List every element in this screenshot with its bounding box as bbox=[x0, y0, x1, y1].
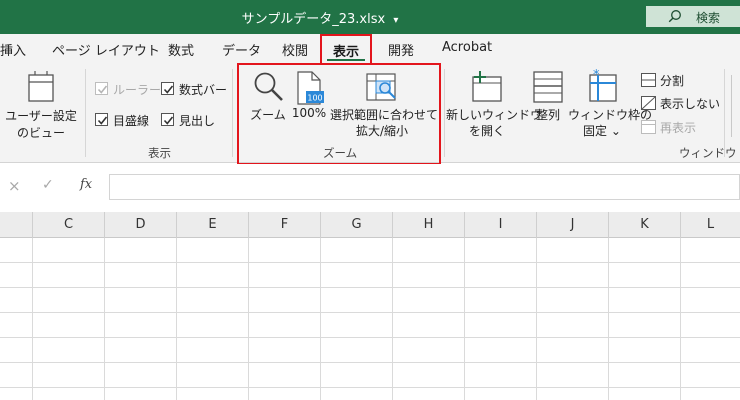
split-label: 分割 bbox=[660, 74, 685, 88]
title-caret-icon: ▾ bbox=[393, 15, 399, 26]
show-group-label: 表示 bbox=[148, 146, 171, 160]
tab-data[interactable]: データ bbox=[222, 40, 261, 59]
column-header-partial[interactable] bbox=[0, 212, 32, 238]
headings-check-box bbox=[161, 113, 174, 126]
gridlines-label: 目盛線 bbox=[113, 114, 150, 128]
new-window-icon bbox=[472, 71, 502, 102]
column-line bbox=[176, 238, 177, 400]
svg-text:*: * bbox=[593, 69, 600, 83]
checkmark-icon bbox=[97, 116, 108, 125]
row-line bbox=[0, 387, 740, 388]
headings-label: 見出し bbox=[179, 114, 216, 128]
column-header[interactable]: J bbox=[536, 212, 608, 238]
custom-view-button[interactable]: ユーザー設定 のビュー bbox=[0, 69, 80, 141]
column-header[interactable]: L bbox=[680, 212, 740, 238]
arrange-label: 整列 bbox=[535, 108, 560, 122]
column-line bbox=[104, 238, 105, 400]
column-headers: C D E F G H I J K L bbox=[0, 212, 740, 238]
new-window-label-1: 新しいウィンドウ bbox=[446, 108, 543, 122]
zoom-group-highlight bbox=[237, 63, 441, 165]
search-box[interactable]: 検索 bbox=[646, 6, 740, 27]
row-line bbox=[0, 262, 740, 263]
formula-bar-check-box bbox=[161, 82, 174, 95]
formula-bar-buttons: × ✓ fx bbox=[0, 174, 104, 200]
title-bar: サンプルデータ_23.xlsx ▾ 検索 bbox=[0, 0, 740, 34]
tab-developer[interactable]: 開発 bbox=[388, 40, 414, 59]
window-title[interactable]: サンプルデータ_23.xlsx ▾ bbox=[0, 8, 640, 27]
column-header[interactable]: D bbox=[104, 212, 176, 238]
column-header[interactable]: E bbox=[176, 212, 248, 238]
new-window-label-2: を開く bbox=[468, 124, 505, 138]
column-header[interactable]: F bbox=[248, 212, 320, 238]
column-line bbox=[680, 238, 681, 400]
column-line bbox=[32, 238, 33, 400]
tab-formulas[interactable]: 数式 bbox=[168, 40, 194, 59]
formula-bar-label: 数式バー bbox=[179, 83, 228, 97]
overflow-commands[interactable] bbox=[731, 75, 740, 137]
checkmark-icon bbox=[163, 85, 174, 94]
unhide-label: 再表示 bbox=[660, 121, 697, 135]
hide-icon bbox=[641, 96, 656, 110]
row-line bbox=[0, 362, 740, 363]
formula-bar: × ✓ fx bbox=[0, 164, 740, 212]
unhide-icon bbox=[641, 120, 656, 134]
column-header[interactable]: I bbox=[464, 212, 536, 238]
new-window-button[interactable]: 新しいウィンドウ を開く bbox=[446, 69, 543, 141]
row-line bbox=[0, 312, 740, 313]
insert-function-button[interactable]: fx bbox=[80, 177, 92, 192]
freeze-panes-label-2: 固定 ⌄ bbox=[568, 122, 636, 139]
column-line bbox=[392, 238, 393, 400]
group-separator bbox=[724, 69, 725, 157]
checkmark-icon bbox=[97, 85, 108, 94]
window-group-label: ウィンドウ bbox=[679, 146, 737, 160]
custom-view-label-2: のビュー bbox=[16, 126, 65, 140]
column-header[interactable]: H bbox=[392, 212, 464, 238]
group-separator bbox=[85, 69, 86, 157]
column-header[interactable]: G bbox=[320, 212, 392, 238]
column-line bbox=[536, 238, 537, 400]
group-separator bbox=[444, 69, 445, 157]
column-line bbox=[464, 238, 465, 400]
ruler-check-box bbox=[95, 82, 108, 95]
search-icon bbox=[668, 10, 681, 23]
checkmark-icon bbox=[163, 116, 174, 125]
search-label: 検索 bbox=[696, 11, 721, 25]
chevron-down-icon: ⌄ bbox=[610, 124, 621, 138]
tab-review[interactable]: 校閲 bbox=[282, 40, 308, 59]
column-line bbox=[608, 238, 609, 400]
row-line bbox=[0, 337, 740, 338]
split-icon bbox=[641, 73, 656, 87]
hide-label: 表示しない bbox=[660, 97, 721, 111]
ruler-label: ルーラー bbox=[113, 83, 162, 97]
column-header[interactable]: K bbox=[608, 212, 680, 238]
enter-icon[interactable]: ✓ bbox=[42, 177, 54, 193]
window-title-text: サンプルデータ_23.xlsx bbox=[241, 12, 386, 27]
freeze-panes-icon: * bbox=[589, 69, 617, 102]
ribbon-tabs: 挿入 ページ レイアウト 数式 データ 校閲 表示 開発 Acrobat bbox=[0, 34, 740, 63]
tab-insert[interactable]: 挿入 bbox=[0, 40, 26, 59]
freeze-panes-button[interactable]: * ウィンドウ枠の 固定 ⌄ bbox=[568, 69, 653, 141]
formula-input[interactable] bbox=[109, 174, 740, 200]
column-header[interactable]: C bbox=[32, 212, 104, 238]
column-line bbox=[320, 238, 321, 400]
worksheet-grid[interactable] bbox=[0, 238, 740, 400]
freeze-panes-label-1: ウィンドウ枠の bbox=[568, 108, 653, 122]
group-separator bbox=[232, 69, 233, 157]
tab-page-layout[interactable]: ページ レイアウト bbox=[52, 40, 160, 59]
cancel-icon[interactable]: × bbox=[8, 177, 21, 195]
gridlines-check-box bbox=[95, 113, 108, 126]
column-line bbox=[248, 238, 249, 400]
row-line bbox=[0, 287, 740, 288]
tab-view[interactable]: 表示 bbox=[320, 34, 373, 63]
custom-view-label-1: ユーザー設定 bbox=[5, 109, 77, 123]
custom-view-icon bbox=[28, 71, 54, 102]
tab-acrobat[interactable]: Acrobat bbox=[442, 40, 492, 55]
arrange-button[interactable]: 整列 bbox=[530, 69, 566, 125]
arrange-icon bbox=[533, 71, 563, 103]
freeze-panes-label-text: 固定 bbox=[583, 124, 608, 138]
